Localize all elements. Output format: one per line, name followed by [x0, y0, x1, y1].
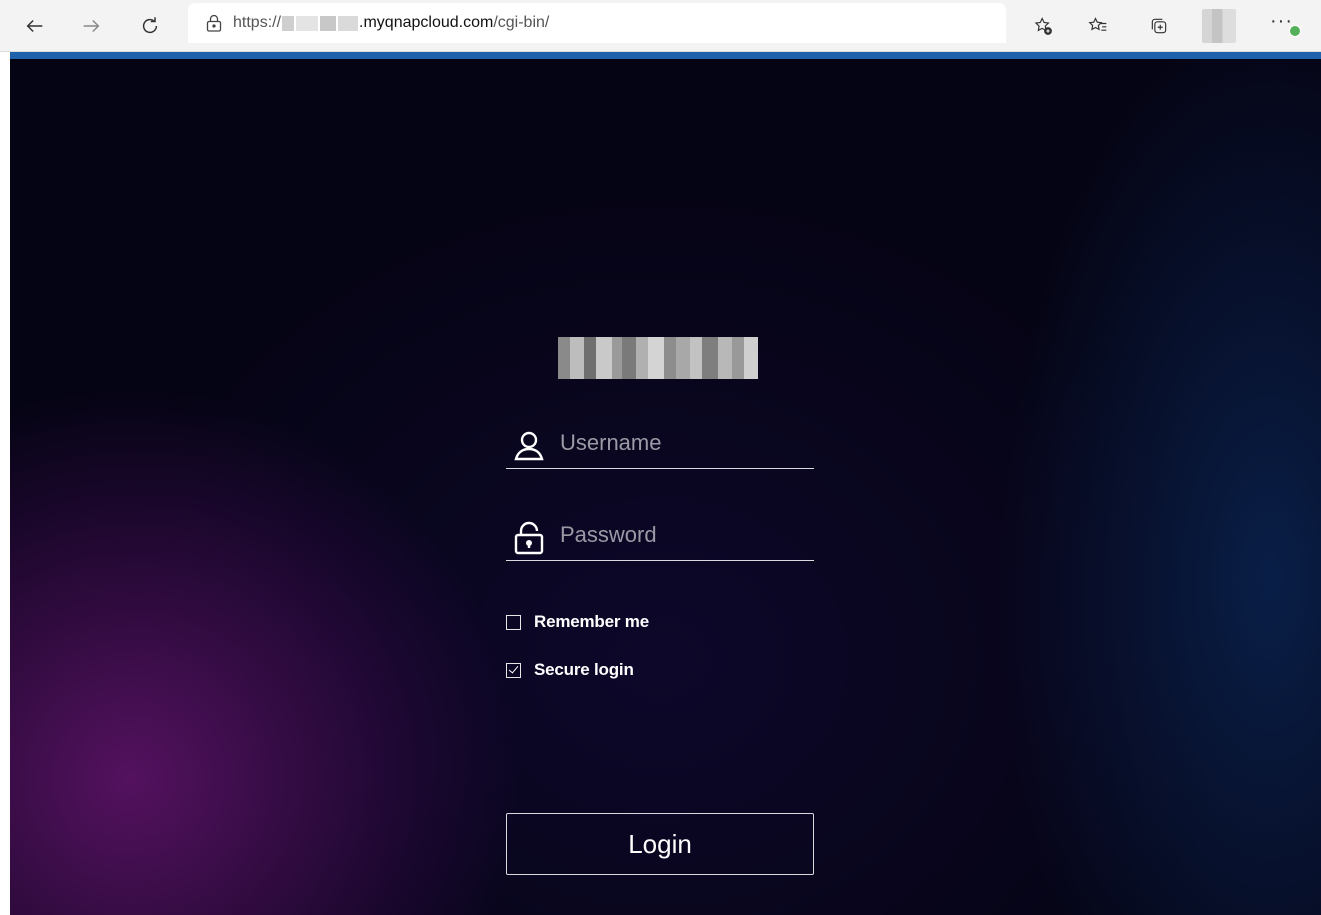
remember-me-label: Remember me — [534, 612, 649, 631]
login-button[interactable]: Login — [506, 813, 814, 875]
username-field — [506, 419, 814, 469]
star-add-icon — [1034, 17, 1052, 35]
password-field — [506, 511, 814, 561]
forward-button[interactable] — [72, 7, 110, 45]
remember-me-checkbox[interactable] — [506, 614, 521, 630]
back-button[interactable] — [16, 7, 54, 45]
url-scheme: https:// — [233, 14, 282, 31]
collections-button[interactable] — [1140, 7, 1178, 45]
refresh-button[interactable] — [131, 7, 169, 45]
secure-login-label: Secure login — [534, 660, 634, 679]
arrow-right-icon — [83, 19, 100, 33]
url-path: /cgi-bin/ — [493, 14, 550, 31]
profile-avatar[interactable] — [1202, 9, 1236, 43]
redacted-block — [338, 15, 359, 31]
login-page: Remember me Secure login Login — [10, 59, 1321, 915]
user-icon — [514, 431, 544, 461]
favorites-list-icon — [1088, 17, 1107, 31]
favorites-button[interactable] — [1079, 7, 1117, 45]
device-name-redacted — [558, 337, 768, 379]
add-favorite-button[interactable] — [1024, 7, 1062, 45]
url-domain: .myqnapcloud.com — [359, 14, 494, 31]
username-input[interactable] — [560, 425, 810, 461]
password-input[interactable] — [560, 517, 810, 553]
secure-login-checkbox[interactable] — [506, 662, 521, 678]
arrow-left-icon — [26, 19, 43, 33]
collections-icon — [1151, 18, 1167, 34]
secure-login-option[interactable]: Secure login — [506, 659, 634, 681]
notification-badge — [1289, 25, 1301, 37]
lock-icon — [206, 14, 222, 32]
redacted-block — [282, 15, 295, 31]
remember-me-option[interactable]: Remember me — [506, 611, 649, 633]
browser-toolbar: https:// .myqnapcloud.com /cgi-bin/ ··· — [0, 0, 1321, 52]
address-bar[interactable]: https:// .myqnapcloud.com /cgi-bin/ — [188, 3, 1006, 43]
refresh-icon — [142, 17, 158, 34]
accent-line — [10, 52, 1321, 59]
redacted-block — [320, 15, 337, 31]
lock-icon — [514, 521, 544, 555]
url-text: https:// .myqnapcloud.com /cgi-bin/ — [233, 14, 549, 32]
redacted-block — [296, 15, 319, 31]
